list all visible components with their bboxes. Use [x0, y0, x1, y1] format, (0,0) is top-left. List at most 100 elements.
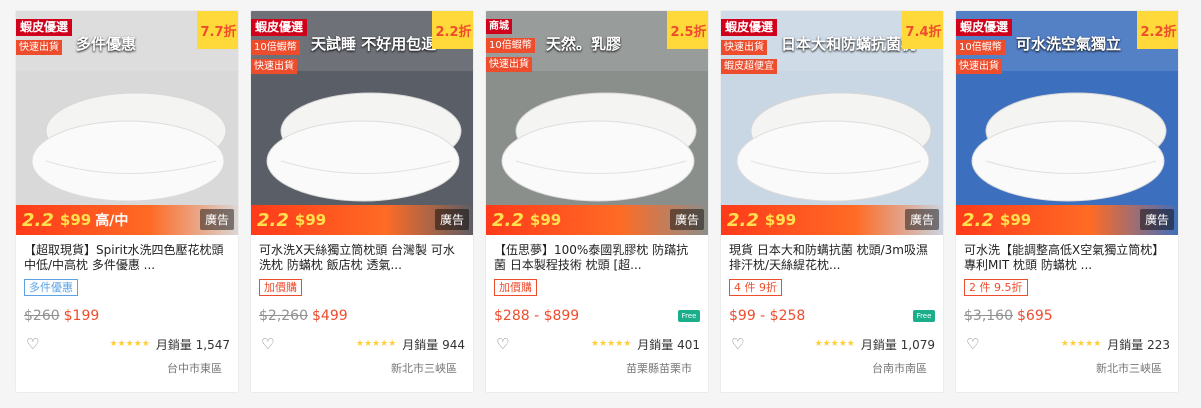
- shop-location: 台中市東區: [167, 362, 222, 375]
- shop-location: 台南市南區: [872, 362, 927, 375]
- product-tag: 蝦皮優選: [251, 19, 308, 36]
- meta-row: ♡ ★★★★★ 月銷量 1,079: [729, 335, 935, 353]
- shop-location: 新北市三峽區: [1096, 362, 1162, 375]
- product-tag: 快速出貨: [956, 59, 1002, 74]
- product-tag: 10倍蝦幣: [486, 38, 535, 53]
- discount-badge: 2.5折: [667, 11, 708, 49]
- band-22-mark: 2.2: [962, 209, 994, 231]
- product-tag: 快速出貨: [721, 40, 767, 55]
- image-overlay-text: 日本大和防蟎抗菌枕: [781, 35, 917, 53]
- product-tags: 商城 10倍蝦幣快速出貨: [486, 19, 535, 72]
- product-image[interactable]: 可水洗空氣獨立 蝦皮優選 10倍蝦幣 快速出貨 2.2折 2.2 $99 廣告: [956, 11, 1178, 235]
- band-99-price: $99: [764, 211, 797, 229]
- product-card[interactable]: 天然。乳膠 商城 10倍蝦幣 快速出貨 2.5折 2.2 $99 廣告 【伍思夢】1…: [485, 10, 709, 393]
- product-image[interactable]: 天然。乳膠 商城 10倍蝦幣 快速出貨 2.5折 2.2 $99 廣告: [486, 11, 708, 235]
- product-tags: 蝦皮優選 10倍蝦幣快速出貨: [956, 19, 1013, 74]
- shop-location: 新北市三峽區: [391, 362, 457, 375]
- current-price: $695: [1017, 308, 1053, 324]
- current-price: $199: [63, 308, 100, 324]
- product-tag: 10倍蝦幣: [956, 40, 1005, 55]
- meta-row: ♡ ★★★★★ 月銷量 944: [259, 335, 465, 353]
- image-overlay-text: 可水洗空氣獨立: [1016, 35, 1122, 53]
- image-overlay-text: 天然。乳膠: [546, 35, 622, 53]
- product-tag: 商城: [486, 19, 512, 34]
- ad-label: 廣告: [1139, 209, 1174, 230]
- product-tags: 蝦皮優選 10倍蝦幣快速出貨: [251, 19, 308, 74]
- band-99-price: $99: [59, 211, 92, 229]
- heart-icon[interactable]: ♡: [261, 335, 274, 353]
- promo-label: 4 件 9折: [729, 279, 782, 296]
- product-title[interactable]: 可水洗X天絲獨立筒枕頭 台灣製 可水洗枕 防蟎枕 飯店枕 透氣...: [259, 243, 465, 273]
- band-22-mark: 2.2: [22, 209, 54, 231]
- image-overlay-text: 多件優惠: [76, 35, 137, 53]
- promo-label: 2 件 9.5折: [964, 279, 1028, 296]
- product-image[interactable]: 日本大和防蟎抗菌枕 蝦皮優選 快速出貨 蝦皮超便宜 7.4折 2.2 $99 廣告: [721, 11, 943, 235]
- ad-label: 廣告: [669, 209, 704, 230]
- free-shipping-icon: Free: [678, 310, 700, 322]
- band-99-price: $99: [529, 211, 562, 229]
- price-row: $260 $199: [24, 306, 230, 326]
- rating-stars: ★★★★★: [355, 339, 397, 349]
- band-99-price: $99: [294, 211, 327, 229]
- price-row: $2,260 $499: [259, 306, 465, 326]
- product-card[interactable]: 天試睡 不好用包退 蝦皮優選 10倍蝦幣 快速出貨 2.2折 2.2 $99 廣告 …: [250, 10, 474, 393]
- product-title[interactable]: 現貨 日本大和防螨抗菌 枕頭/3m吸濕排汗枕/天絲緹花枕...: [729, 243, 935, 273]
- product-title[interactable]: 【伍思夢】100%泰國乳膠枕 防蹣抗菌 日本製程技術 枕頭 [超...: [494, 243, 700, 273]
- product-card[interactable]: 日本大和防蟎抗菌枕 蝦皮優選 快速出貨 蝦皮超便宜 7.4折 2.2 $99 廣告 …: [720, 10, 944, 393]
- rating-stars: ★★★★★: [590, 339, 632, 349]
- product-image[interactable]: 天試睡 不好用包退 蝦皮優選 10倍蝦幣快速出貨 2.2折 2.2 $99 廣告: [251, 11, 473, 235]
- product-tag: 蝦皮優選: [956, 19, 1013, 36]
- promo-label: 加價購: [259, 279, 302, 296]
- product-card[interactable]: 多件優惠 蝦皮優選快速出貨 7.7折 2.2 $99 高/中 廣告 【超取現貨】…: [15, 10, 239, 393]
- product-tag: 快速出貨: [16, 40, 62, 55]
- free-shipping-icon: Free: [913, 310, 935, 322]
- current-price: $288 - $899: [494, 308, 580, 324]
- monthly-sales: 月銷量 1,547: [155, 337, 230, 352]
- heart-icon[interactable]: ♡: [731, 335, 744, 353]
- band-22-mark: 2.2: [257, 209, 289, 231]
- band-22-mark: 2.2: [727, 209, 759, 231]
- monthly-sales: 月銷量 401: [637, 337, 700, 352]
- heart-icon[interactable]: ♡: [966, 335, 979, 353]
- rating-stars: ★★★★★: [814, 339, 855, 349]
- ad-label: 廣告: [434, 209, 469, 230]
- product-grid: 多件優惠 蝦皮優選快速出貨 7.7折 2.2 $99 高/中 廣告 【超取現貨】…: [15, 10, 1179, 393]
- image-overlay-text: 天試睡 不好用包退: [311, 35, 437, 53]
- product-title[interactable]: 可水洗【能調整高低X空氣獨立筒枕】專利MIT 枕頭 防蟎枕 ...: [964, 243, 1170, 273]
- product-card[interactable]: 可水洗空氣獨立 蝦皮優選 10倍蝦幣 快速出貨 2.2折 2.2 $99 廣告 可水…: [955, 10, 1179, 393]
- ad-label: 廣告: [199, 209, 234, 230]
- rating-stars: ★★★★★: [109, 339, 150, 349]
- discount-badge: 7.7折: [197, 11, 238, 49]
- rating-stars: ★★★★★: [1060, 339, 1102, 349]
- shop-location: 苗栗縣苗栗市: [626, 362, 692, 375]
- current-price: $499: [312, 308, 348, 324]
- discount-badge: 7.4折: [902, 11, 943, 49]
- current-price: $99 - $258: [729, 308, 806, 324]
- product-tag: 快速出貨: [251, 59, 297, 74]
- product-tags: 蝦皮優選 快速出貨 蝦皮超便宜: [721, 19, 778, 74]
- monthly-sales: 月銷量 223: [1107, 337, 1170, 352]
- monthly-sales: 月銷量 944: [402, 337, 465, 352]
- product-tag: 10倍蝦幣: [251, 40, 300, 55]
- price-row: $288 - $899 Free: [494, 306, 700, 326]
- original-price: $2,260: [259, 308, 308, 324]
- heart-icon[interactable]: ♡: [26, 335, 39, 353]
- ad-label: 廣告: [904, 209, 939, 230]
- price-row: $3,160 $695: [964, 306, 1170, 326]
- product-tag: 蝦皮優選: [16, 19, 73, 36]
- meta-row: ♡ ★★★★★ 月銷量 401: [494, 335, 700, 353]
- original-price: $260: [24, 308, 60, 324]
- meta-row: ♡ ★★★★★ 月銷量 223: [964, 335, 1170, 353]
- product-tag: 快速出貨: [486, 57, 532, 72]
- band-99-price: $99: [999, 211, 1032, 229]
- product-image[interactable]: 多件優惠 蝦皮優選快速出貨 7.7折 2.2 $99 高/中 廣告: [16, 11, 238, 235]
- price-row: $99 - $258 Free: [729, 306, 935, 326]
- product-tag: 蝦皮優選: [721, 19, 778, 36]
- product-title[interactable]: 【超取現貨】Spirit水洗四色壓花枕頭 中低/中高枕 多件優惠 ...: [24, 243, 230, 273]
- heart-icon[interactable]: ♡: [496, 335, 509, 353]
- band-extra-text: 高/中: [95, 213, 129, 229]
- monthly-sales: 月銷量 1,079: [860, 337, 935, 352]
- product-tags: 蝦皮優選 快速出貨: [16, 19, 73, 55]
- discount-badge: 2.2折: [432, 11, 473, 49]
- promo-label: 多件優惠: [24, 279, 78, 296]
